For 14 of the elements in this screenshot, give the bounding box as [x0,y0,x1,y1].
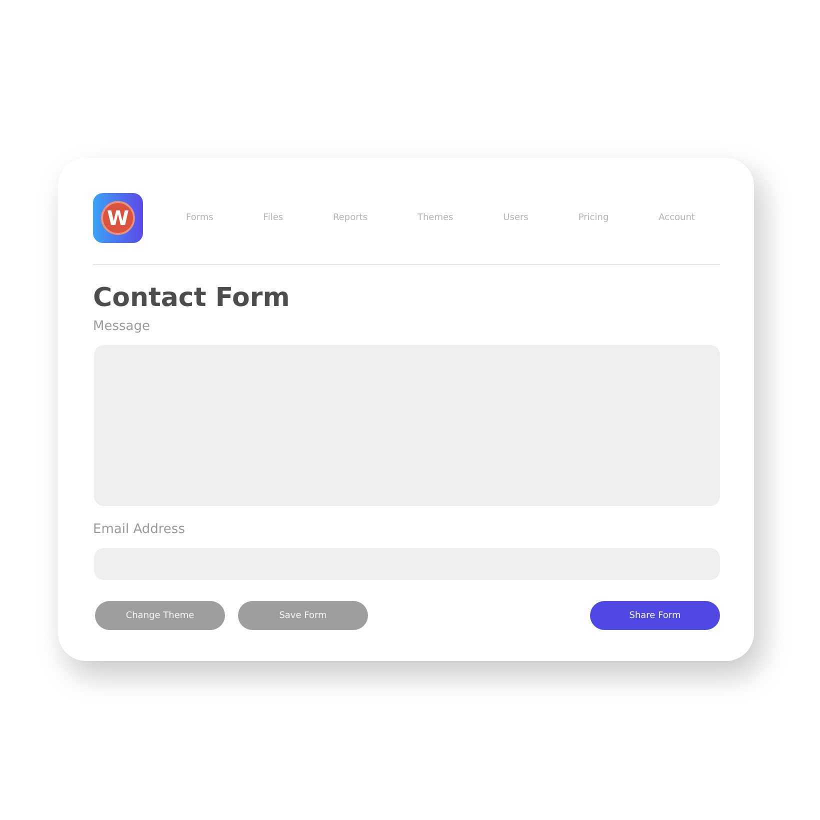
app-logo: W [93,193,143,243]
page-title: Contact Form [93,283,291,313]
secondary-button[interactable]: Save Form [238,601,368,630]
secondary-button[interactable]: Change Theme [95,601,225,630]
nav-link[interactable]: Reports [333,213,368,223]
nav-link[interactable]: Account [658,213,695,223]
primary-button[interactable]: Share Form [590,601,720,630]
nav-link[interactable]: Themes [417,213,454,223]
nav-link[interactable]: Pricing [578,213,609,223]
nav-link[interactable]: Files [263,213,284,223]
field-label: Email Address [93,522,186,538]
field-label: Message [93,319,151,335]
nav-link[interactable]: Users [503,213,528,223]
nav-link[interactable]: Forms [186,213,214,223]
